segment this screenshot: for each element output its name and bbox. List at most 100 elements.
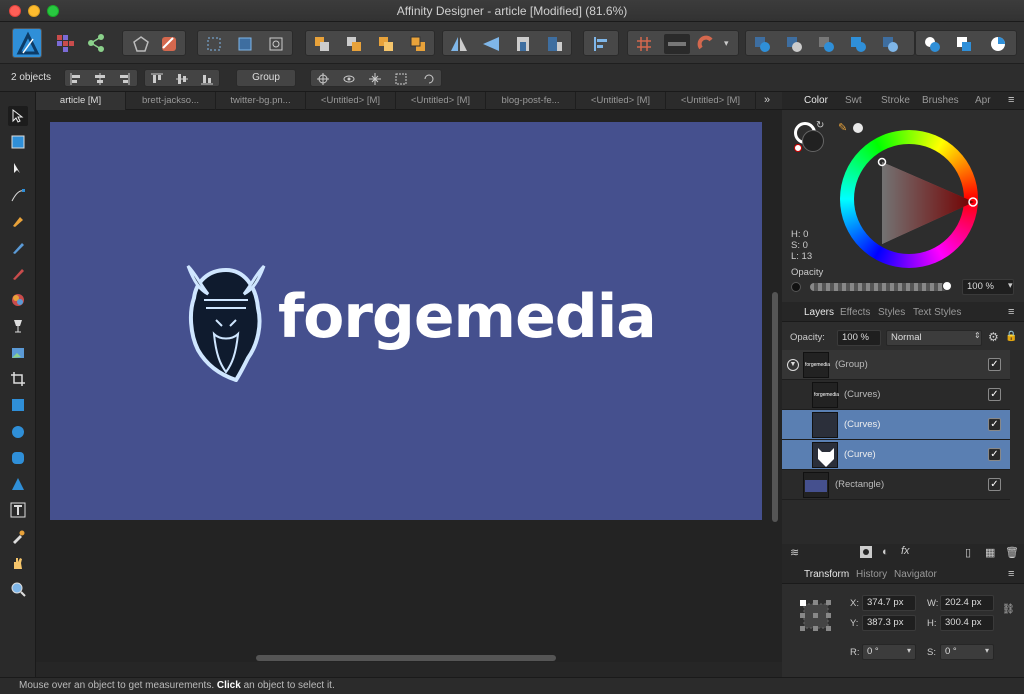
link-dimensions-icon[interactable]: ⛓ <box>1002 604 1015 615</box>
doc-tab-6[interactable]: <Untitled> [M] <box>576 92 666 110</box>
delete-layer-icon[interactable]: 🗑 <box>1005 546 1019 559</box>
doc-tab-2[interactable]: twitter-bg.pn... <box>216 92 306 110</box>
transform-box-icon[interactable] <box>266 34 286 54</box>
layer-settings-gear-icon[interactable]: ⚙ <box>988 330 999 344</box>
layer-visibility-checkbox[interactable]: ✓ <box>988 358 1001 371</box>
boolean-add-icon[interactable] <box>752 34 772 54</box>
viking-logo-icon[interactable] <box>186 264 266 382</box>
move-forward-one-icon[interactable] <box>376 34 396 54</box>
shear-dropdown-icon[interactable]: ▾ <box>985 646 989 655</box>
layer-row-curve[interactable]: (Curve) ✓ <box>782 440 1010 470</box>
y-position-input[interactable]: 387.3 px <box>862 615 916 631</box>
doc-tab-5[interactable]: blog-post-fe... <box>486 92 576 110</box>
hide-selection-icon[interactable] <box>343 73 355 85</box>
doc-tab-7[interactable]: <Untitled> [M] <box>666 92 756 110</box>
layer-visibility-checkbox[interactable]: ✓ <box>988 478 1001 491</box>
snap-options-icon[interactable] <box>664 34 690 54</box>
add-pixel-layer-icon[interactable]: ▯ <box>965 546 971 559</box>
layer-row-group[interactable]: ▼ forgemedia (Group) ✓ <box>782 350 1010 380</box>
rotate-right-icon[interactable] <box>545 34 565 54</box>
layer-lock-icon[interactable]: 🔒 <box>1005 331 1017 342</box>
expand-group-icon[interactable]: ▼ <box>787 359 799 371</box>
x-position-input[interactable]: 374.7 px <box>862 595 916 611</box>
opacity-dropdown-icon[interactable]: ▾ <box>1008 280 1013 291</box>
opacity-slider[interactable] <box>810 281 952 291</box>
tab-stroke[interactable]: Stroke <box>881 95 910 106</box>
rotation-dropdown-icon[interactable]: ▾ <box>907 646 911 655</box>
more-tabs-icon[interactable]: » <box>764 94 770 106</box>
transparency-tool-icon[interactable] <box>8 316 28 336</box>
point-transform-tool-icon[interactable] <box>8 185 28 205</box>
tab-appearance[interactable]: Apr <box>975 95 991 106</box>
artboard[interactable]: forgemedia <box>50 122 762 520</box>
tab-color[interactable]: Color <box>804 95 828 106</box>
flip-vertical-icon[interactable] <box>481 34 501 54</box>
pen-tool-icon[interactable] <box>8 211 28 231</box>
canvas-area[interactable]: forgemedia <box>36 110 782 662</box>
add-mask-icon[interactable] <box>860 546 872 558</box>
move-to-front-icon[interactable] <box>408 34 428 54</box>
align-left-icon[interactable] <box>70 73 82 85</box>
fill-swatch[interactable] <box>802 130 824 152</box>
subtract-shape-icon[interactable] <box>954 34 974 54</box>
boolean-intersect-icon[interactable] <box>816 34 836 54</box>
tab-styles[interactable]: Styles <box>878 307 905 318</box>
align-bottom-icon[interactable] <box>201 73 213 85</box>
text-tool-icon[interactable] <box>8 500 28 520</box>
align-right-icon[interactable] <box>118 73 130 85</box>
width-input[interactable]: 202.4 px <box>940 595 994 611</box>
tab-swatches[interactable]: Swt <box>845 95 862 106</box>
add-group-icon[interactable]: ▦ <box>985 546 995 559</box>
layer-visibility-checkbox[interactable]: ✓ <box>988 448 1001 461</box>
opacity-input[interactable]: 100 % <box>962 279 1014 295</box>
snapping-dropdown-icon[interactable]: ▾ <box>724 38 729 49</box>
snapping-magnet-icon[interactable] <box>696 34 716 54</box>
blend-mode-select[interactable]: Normal <box>886 330 982 346</box>
adjustments-icon[interactable]: ◐ <box>882 546 889 558</box>
select-bounds-icon[interactable] <box>204 34 224 54</box>
layer-row-curves-2[interactable]: (Curves) ✓ <box>782 410 1010 440</box>
doc-tab-4[interactable]: <Untitled> [M] <box>396 92 486 110</box>
align-icon[interactable] <box>591 34 611 54</box>
distribute-icon[interactable] <box>369 73 381 85</box>
rectangle-tool-icon[interactable] <box>8 395 28 415</box>
view-tool-icon[interactable] <box>8 553 28 573</box>
vector-brush-tool-icon[interactable] <box>8 264 28 284</box>
fill-tool-icon[interactable] <box>8 290 28 310</box>
color-triangle[interactable] <box>840 130 978 268</box>
color-panel-menu-icon[interactable]: ≡ <box>1008 94 1014 106</box>
app-logo-icon[interactable] <box>12 28 42 58</box>
no-color-icon[interactable] <box>794 144 802 152</box>
export-persona-icon[interactable] <box>86 33 106 53</box>
artboard-tool-icon[interactable] <box>8 132 28 152</box>
rotate-left-icon[interactable] <box>513 34 533 54</box>
doc-tab-0[interactable]: article [M] <box>36 92 126 110</box>
tab-text-styles[interactable]: Text Styles <box>913 307 961 318</box>
height-input[interactable]: 300.4 px <box>940 615 994 631</box>
anchor-point-selector[interactable] <box>796 596 836 636</box>
align-center-icon[interactable] <box>94 73 106 85</box>
hsl-color-wheel[interactable] <box>840 130 978 268</box>
tab-layers[interactable]: Layers <box>804 307 834 318</box>
opacity-slider-handle[interactable] <box>942 281 952 291</box>
doc-tab-3[interactable]: <Untitled> [M] <box>306 92 396 110</box>
swap-colors-icon[interactable]: ↻ <box>816 120 824 131</box>
layer-row-curves-1[interactable]: forgemedia (Curves) ✓ <box>782 380 1010 410</box>
vertical-scrollbar[interactable] <box>772 292 778 522</box>
move-tool-icon[interactable] <box>8 106 28 126</box>
boolean-xor-icon[interactable] <box>848 34 868 54</box>
snap-grid-icon[interactable] <box>634 34 654 54</box>
boolean-divide-icon[interactable] <box>880 34 900 54</box>
tab-brushes[interactable]: Brushes <box>922 95 959 106</box>
select-all-icon[interactable] <box>235 34 255 54</box>
pencil-tool-icon[interactable] <box>8 238 28 258</box>
group-button[interactable]: Group <box>236 69 296 87</box>
tab-effects[interactable]: Effects <box>840 307 870 318</box>
tab-history[interactable]: History <box>856 569 887 580</box>
transform-panel-menu-icon[interactable]: ≡ <box>1008 568 1014 580</box>
boolean-subtract-icon[interactable] <box>784 34 804 54</box>
doc-tab-1[interactable]: brett-jackso... <box>126 92 216 110</box>
tab-transform[interactable]: Transform <box>804 569 849 580</box>
triangle-tool-icon[interactable] <box>8 474 28 494</box>
effects-fx-icon[interactable]: fx <box>901 545 910 557</box>
